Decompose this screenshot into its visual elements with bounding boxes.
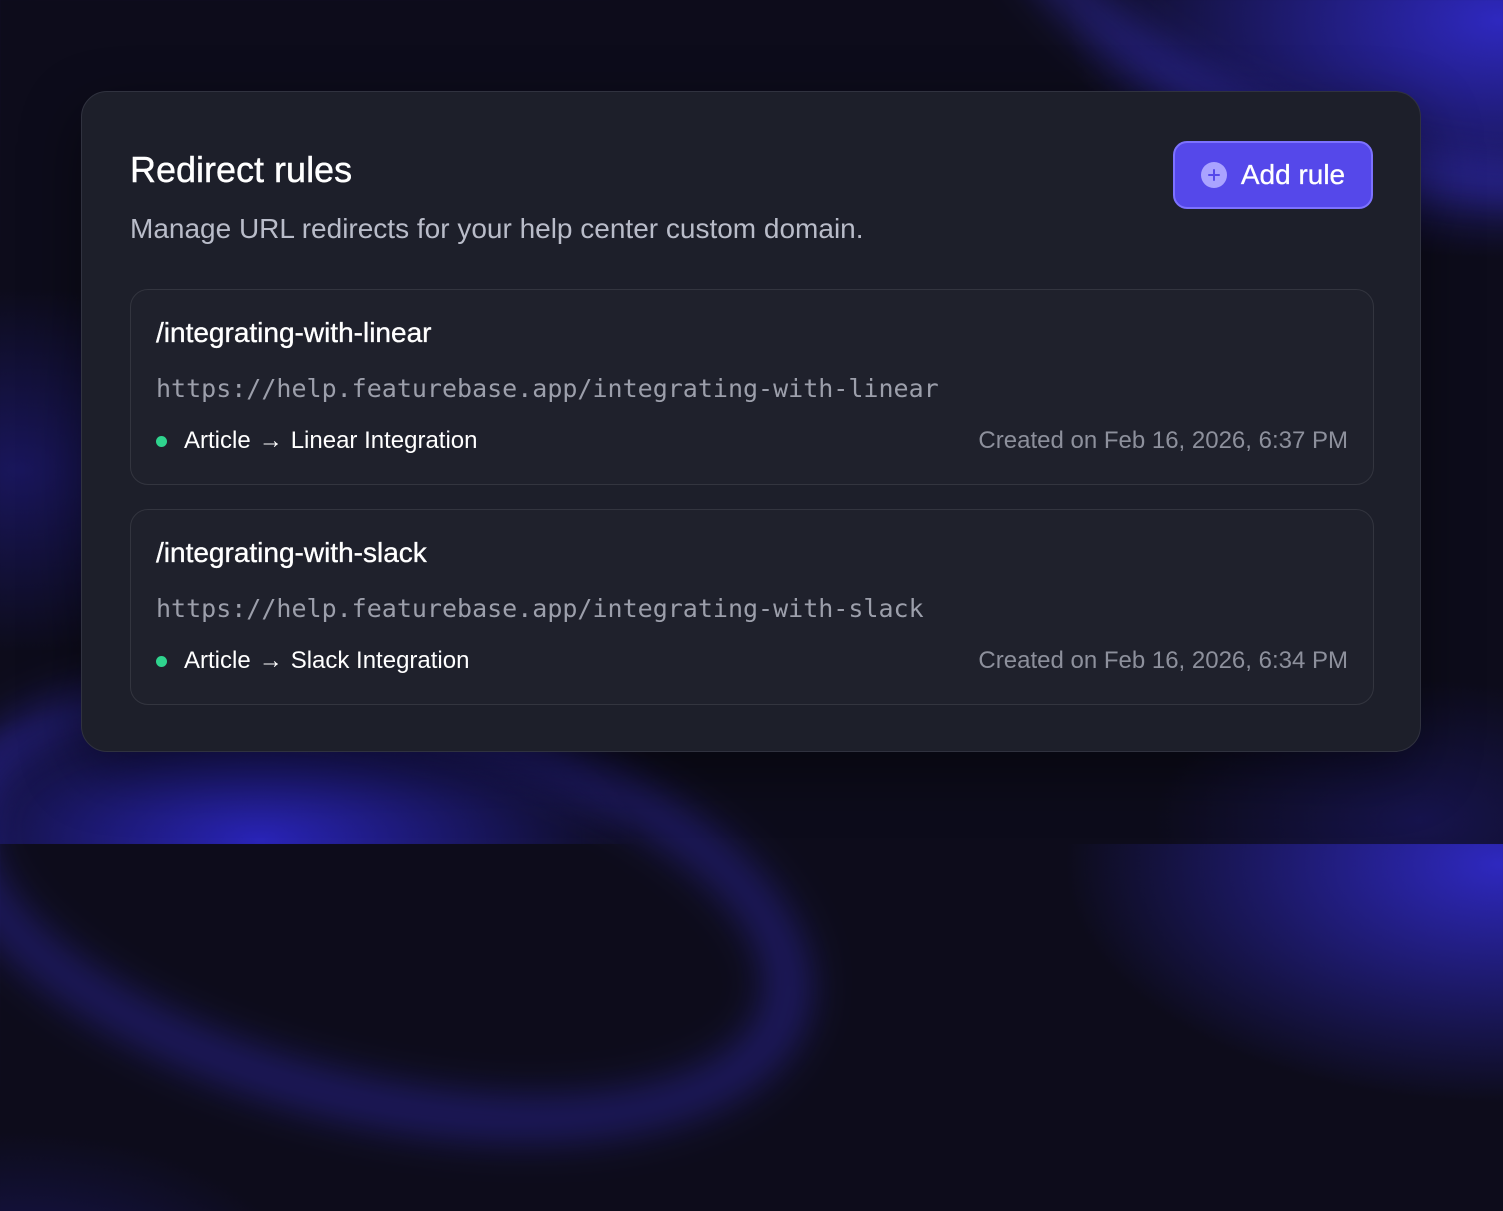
arrow-right-icon: → (258, 427, 283, 454)
page-title: Redirect rules (130, 149, 353, 190)
rule-target-type: Article (184, 427, 251, 454)
rule-target: Article → Slack Integration (156, 646, 469, 676)
redirect-rule-item[interactable]: /integrating-with-slack https://help.fea… (130, 509, 1374, 705)
plus-circle-icon (1200, 162, 1227, 188)
add-rule-button[interactable]: Add rule (1173, 141, 1373, 209)
status-dot-icon (156, 655, 167, 667)
redirect-rule-item[interactable]: /integrating-with-linear https://help.fe… (130, 289, 1374, 485)
rule-target-name: Slack Integration (290, 647, 470, 674)
add-rule-label: Add rule (1240, 159, 1346, 190)
status-dot-icon (156, 435, 167, 447)
redirect-rules-card: Redirect rules Manage URL redirects for … (81, 91, 1421, 752)
rule-target: Article → Linear Integration (156, 426, 477, 456)
rule-url: https://help.featurebase.app/integrating… (156, 374, 939, 403)
rule-created-date: Created on Feb 16, 2026, 6:37 PM (978, 427, 1348, 454)
rule-url: https://help.featurebase.app/integrating… (156, 594, 924, 623)
rule-target-name: Linear Integration (290, 427, 478, 454)
rule-path: /integrating-with-linear (156, 317, 432, 348)
rule-path: /integrating-with-slack (156, 537, 427, 568)
rule-target-type: Article (184, 647, 251, 674)
arrow-right-icon: → (258, 647, 283, 674)
page-subtitle: Manage URL redirects for your help cente… (130, 213, 864, 244)
rule-created-date: Created on Feb 16, 2026, 6:34 PM (978, 647, 1348, 674)
